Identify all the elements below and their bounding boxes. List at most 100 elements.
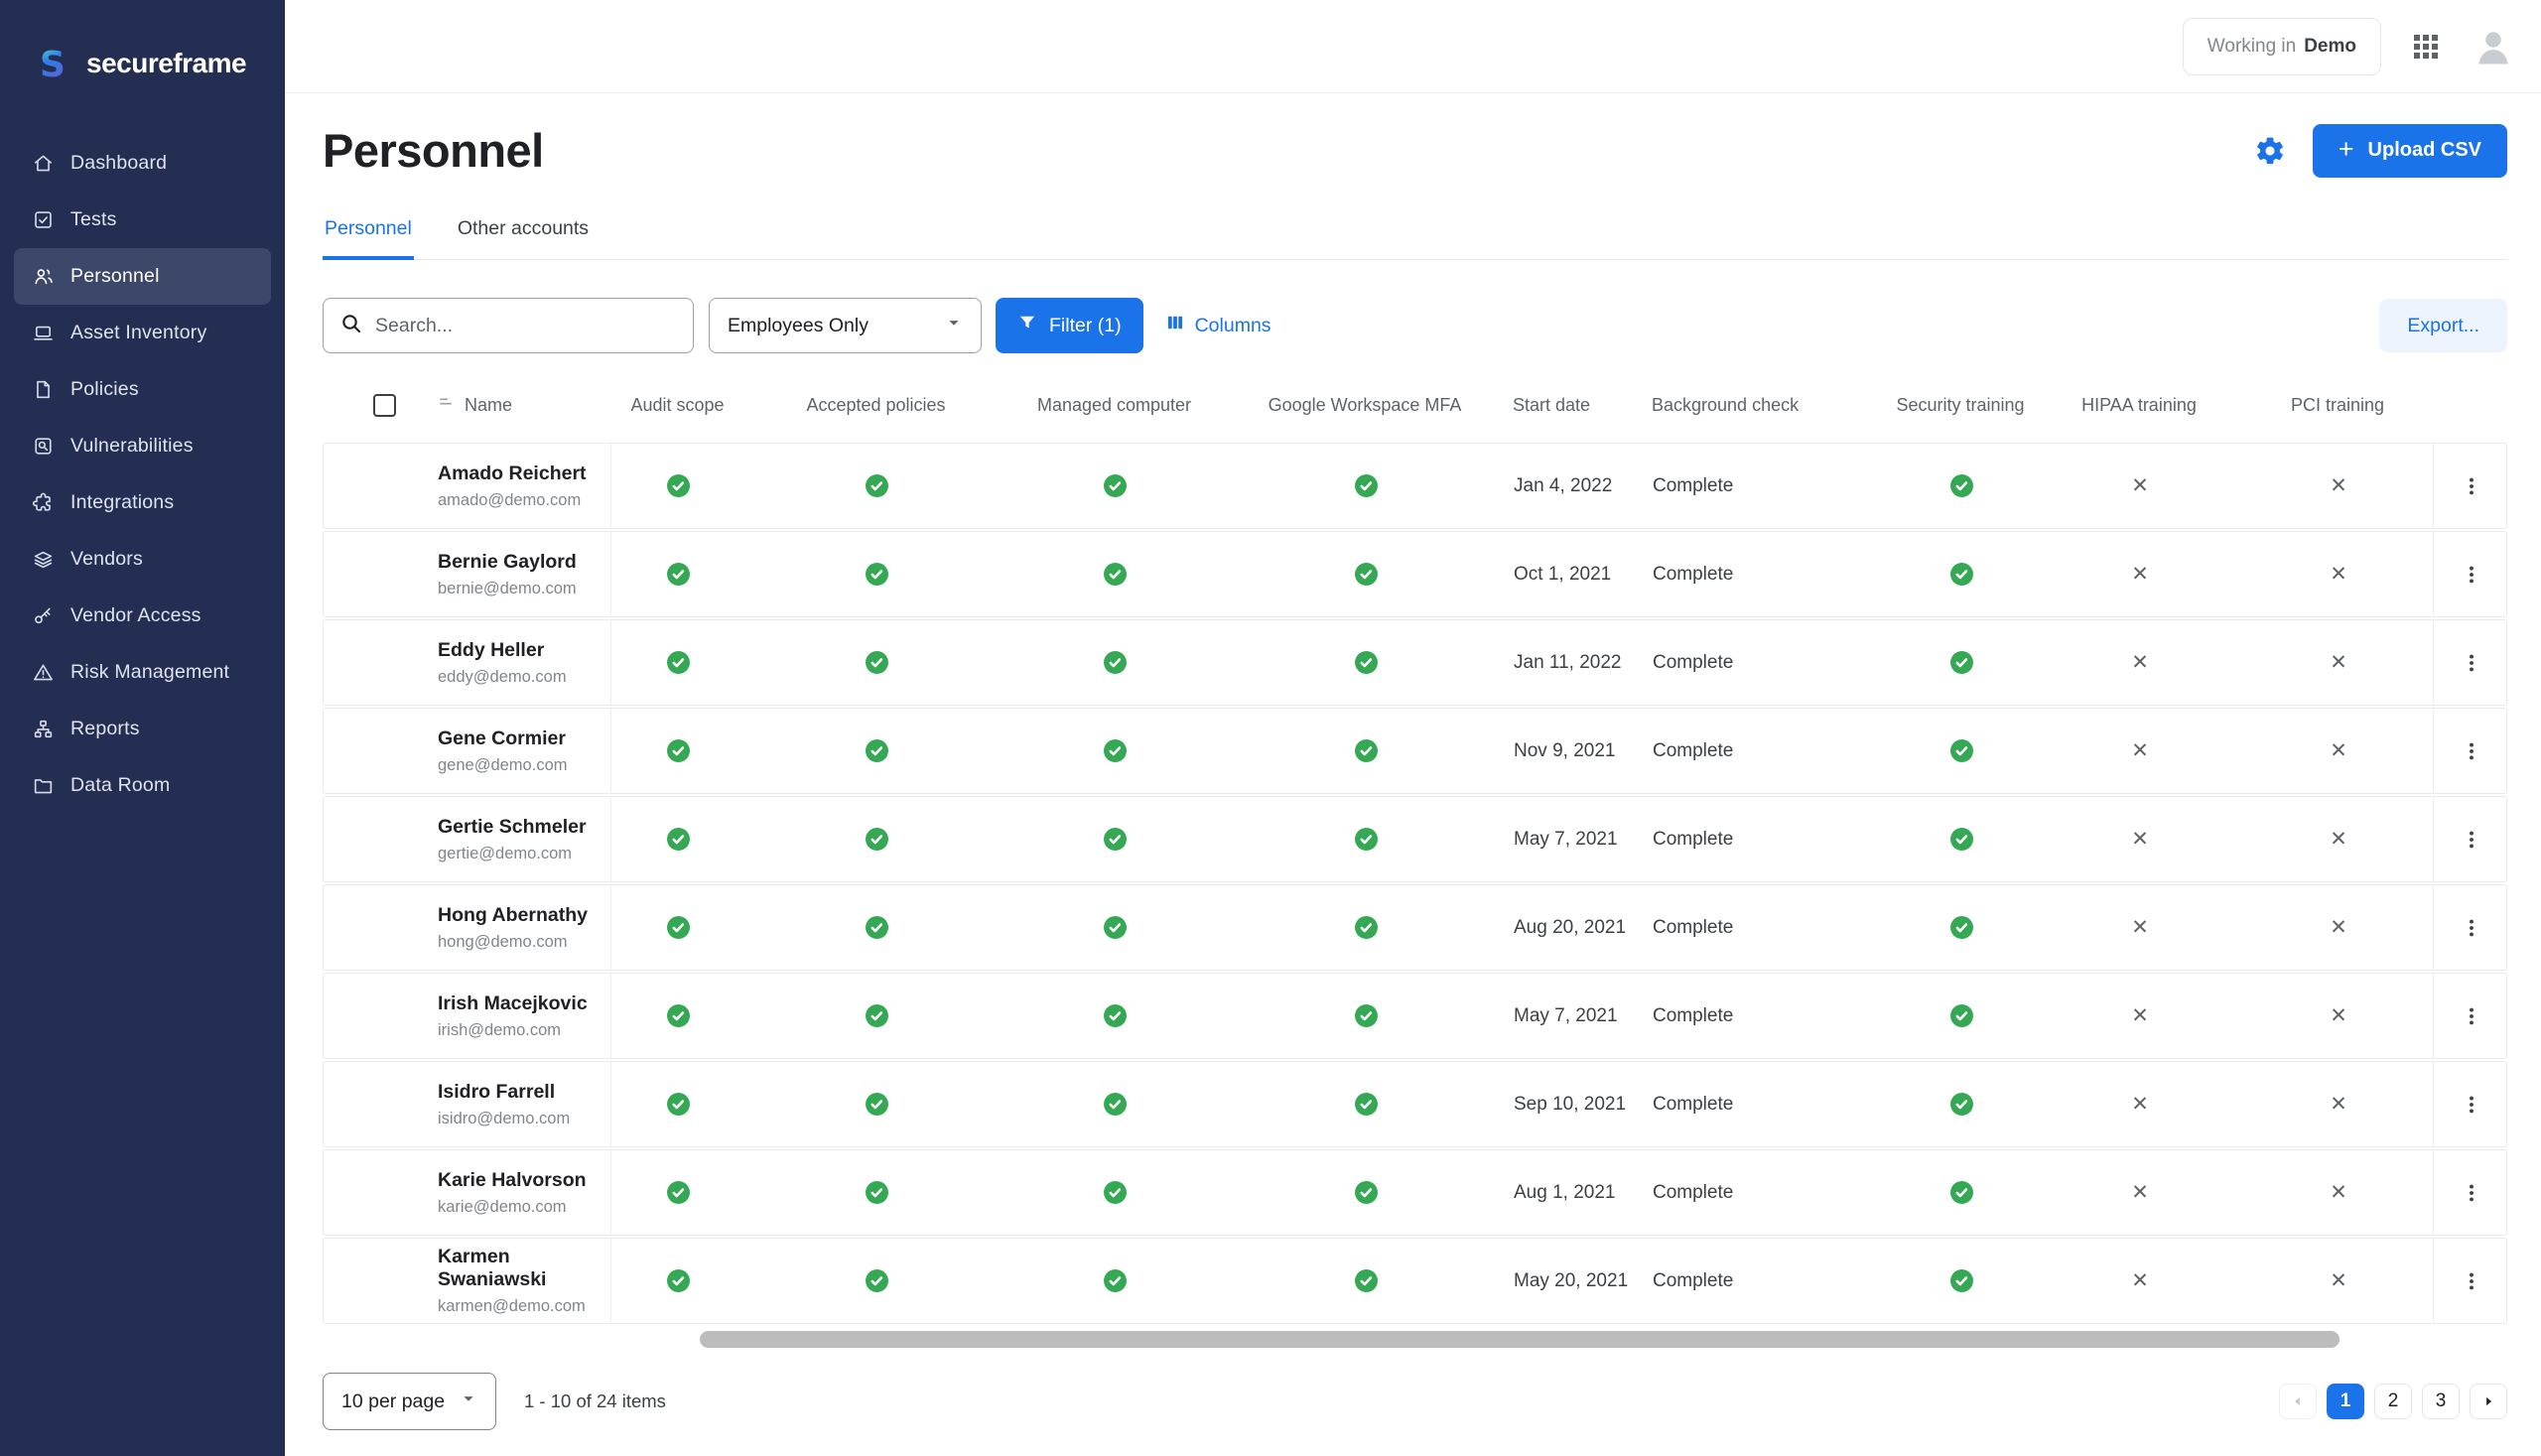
sidebar-item-policies[interactable]: Policies (14, 361, 271, 418)
upload-csv-button[interactable]: + Upload CSV (2313, 124, 2507, 178)
cell-background-check: Complete (1649, 1062, 1887, 1146)
name-sort-control[interactable]: Name (437, 393, 512, 417)
tab-other-accounts[interactable]: Other accounts (456, 217, 591, 260)
cell-pci-training: ✕ (2244, 709, 2433, 793)
cell-start-date: May 7, 2021 (1510, 797, 1649, 881)
cell-pci-training: ✕ (2244, 1239, 2433, 1323)
sidebar-item-data-room[interactable]: Data Room (14, 757, 271, 814)
row-menu-button[interactable] (2452, 1163, 2491, 1223)
check-icon (1102, 1179, 1129, 1206)
table-header: Name Audit scopeAccepted policiesManaged… (323, 379, 2507, 431)
cell-google-workspace-mfa (1222, 1062, 1510, 1146)
scrollbar-thumb[interactable] (700, 1331, 2340, 1348)
x-icon: ✕ (2330, 1180, 2347, 1205)
cell-background-check: Complete (1649, 797, 1887, 881)
table-row[interactable]: Hong Abernathyhong@demo.comAug 20, 2021C… (323, 884, 2507, 971)
row-menu-button[interactable] (2452, 1252, 2491, 1311)
columns-button[interactable]: Columns (1165, 313, 1271, 338)
row-menu-button[interactable] (2452, 810, 2491, 869)
table-row[interactable]: Gene Cormiergene@demo.comNov 9, 2021Comp… (323, 708, 2507, 794)
sidebar-item-integrations[interactable]: Integrations (14, 474, 271, 531)
cell-value: Jan 11, 2022 (1514, 652, 1621, 674)
cell-start-date: Aug 20, 2021 (1510, 885, 1649, 970)
upload-csv-label: Upload CSV (2368, 139, 2481, 162)
prev-page-button[interactable] (2279, 1384, 2317, 1419)
gear-icon[interactable] (2253, 134, 2287, 168)
table-row[interactable]: Amado Reichertamado@demo.comJan 4, 2022C… (323, 443, 2507, 529)
integrations-icon (31, 491, 55, 515)
search-icon (339, 312, 363, 340)
cell-accepted-policies (745, 444, 1008, 528)
cell-audit-scope (611, 885, 745, 970)
export-button[interactable]: Export... (2379, 299, 2507, 352)
table-row[interactable]: Bernie Gaylordbernie@demo.com Oct 1, 2021… (323, 531, 2507, 617)
x-icon: ✕ (2131, 1180, 2149, 1205)
sidebar-item-label: Policies (70, 378, 139, 401)
row-menu-button[interactable] (2452, 722, 2491, 781)
personnel-name: Isidro Farrell (438, 1081, 555, 1104)
row-menu-button[interactable] (2452, 633, 2491, 693)
table-row[interactable]: Gertie Schmelergertie@demo.comMay 7, 202… (323, 796, 2507, 882)
row-menu-button[interactable] (2452, 898, 2491, 958)
page-button-1[interactable]: 1 (2327, 1384, 2364, 1419)
row-menu-button[interactable] (2452, 545, 2491, 604)
per-page-select[interactable]: 10 per page (323, 1373, 496, 1430)
cell-hipaa-training: ✕ (2036, 885, 2244, 970)
sidebar-item-vendor-access[interactable]: Vendor Access (14, 588, 271, 644)
cell-value: Complete (1653, 1094, 1733, 1116)
check-icon (1353, 1267, 1380, 1294)
personnel-name-cell: Bernie Gaylordbernie@demo.com (324, 532, 611, 616)
table-row[interactable]: Karmen Swaniawskikarmen@demo.comMay 20, … (323, 1238, 2507, 1324)
scope-select[interactable]: Employees Only (709, 298, 982, 353)
check-icon (1948, 826, 1975, 853)
next-page-button[interactable] (2470, 1384, 2507, 1419)
cell-value: Oct 1, 2021 (1514, 564, 1611, 586)
cell-pci-training: ✕ (2244, 532, 2433, 616)
select-all-checkbox[interactable] (373, 394, 396, 417)
search-input[interactable] (375, 315, 677, 337)
row-menu-button[interactable] (2452, 457, 2491, 516)
sidebar-item-asset-inventory[interactable]: Asset Inventory (14, 305, 271, 361)
table-row[interactable]: Isidro Farrellisidro@demo.comSep 10, 202… (323, 1061, 2507, 1147)
cell-value: Complete (1653, 652, 1733, 674)
table-row[interactable]: Eddy Hellereddy@demo.comJan 11, 2022Comp… (323, 619, 2507, 706)
cell-value: Nov 9, 2021 (1514, 740, 1615, 762)
sidebar-item-vendors[interactable]: Vendors (14, 531, 271, 588)
cell-accepted-policies (745, 797, 1008, 881)
sidebar-item-vulnerabilities[interactable]: Vulnerabilities (14, 418, 271, 474)
sidebar-item-label: Reports (70, 718, 140, 740)
row-menu-button[interactable] (2452, 987, 2491, 1046)
personnel-email: isidro@demo.com (438, 1110, 570, 1128)
check-icon (665, 1091, 692, 1118)
tab-personnel[interactable]: Personnel (323, 217, 414, 260)
page-button-3[interactable]: 3 (2422, 1384, 2460, 1419)
sidebar-item-risk-management[interactable]: Risk Management (14, 644, 271, 701)
sidebar-item-tests[interactable]: Tests (14, 192, 271, 248)
page-button-2[interactable]: 2 (2374, 1384, 2412, 1419)
row-actions-cell (2433, 885, 2508, 970)
main-area: Working in Demo Personnel (285, 0, 2541, 1456)
cell-pci-training: ✕ (2244, 620, 2433, 705)
sidebar: S secureframe DashboardTestsPersonnelAss… (0, 0, 285, 1456)
cell-value: Complete (1653, 1005, 1733, 1027)
sidebar-item-label: Tests (70, 208, 117, 231)
table-row[interactable]: Karie Halvorsonkarie@demo.comAug 1, 2021… (323, 1149, 2507, 1236)
x-icon: ✕ (2330, 473, 2347, 498)
svg-text:S: S (40, 45, 66, 83)
personnel-name-cell: Hong Abernathyhong@demo.com (324, 885, 611, 970)
check-icon (864, 1179, 890, 1206)
table-row[interactable]: Irish Macejkovicirish@demo.comMay 7, 202… (323, 973, 2507, 1059)
row-menu-button[interactable] (2452, 1075, 2491, 1134)
user-avatar[interactable] (2473, 26, 2514, 67)
sidebar-item-personnel[interactable]: Personnel (14, 248, 271, 305)
workspace-switcher[interactable]: Working in Demo (2183, 18, 2381, 75)
check-icon (1353, 1179, 1380, 1206)
check-icon (1102, 561, 1129, 588)
x-icon: ✕ (2330, 1092, 2347, 1117)
x-icon: ✕ (2330, 562, 2347, 587)
sidebar-item-dashboard[interactable]: Dashboard (14, 135, 271, 192)
sidebar-item-reports[interactable]: Reports (14, 701, 271, 757)
x-icon: ✕ (2330, 738, 2347, 763)
filter-button[interactable]: Filter (1) (996, 298, 1143, 353)
apps-grid-icon[interactable] (2411, 32, 2441, 62)
